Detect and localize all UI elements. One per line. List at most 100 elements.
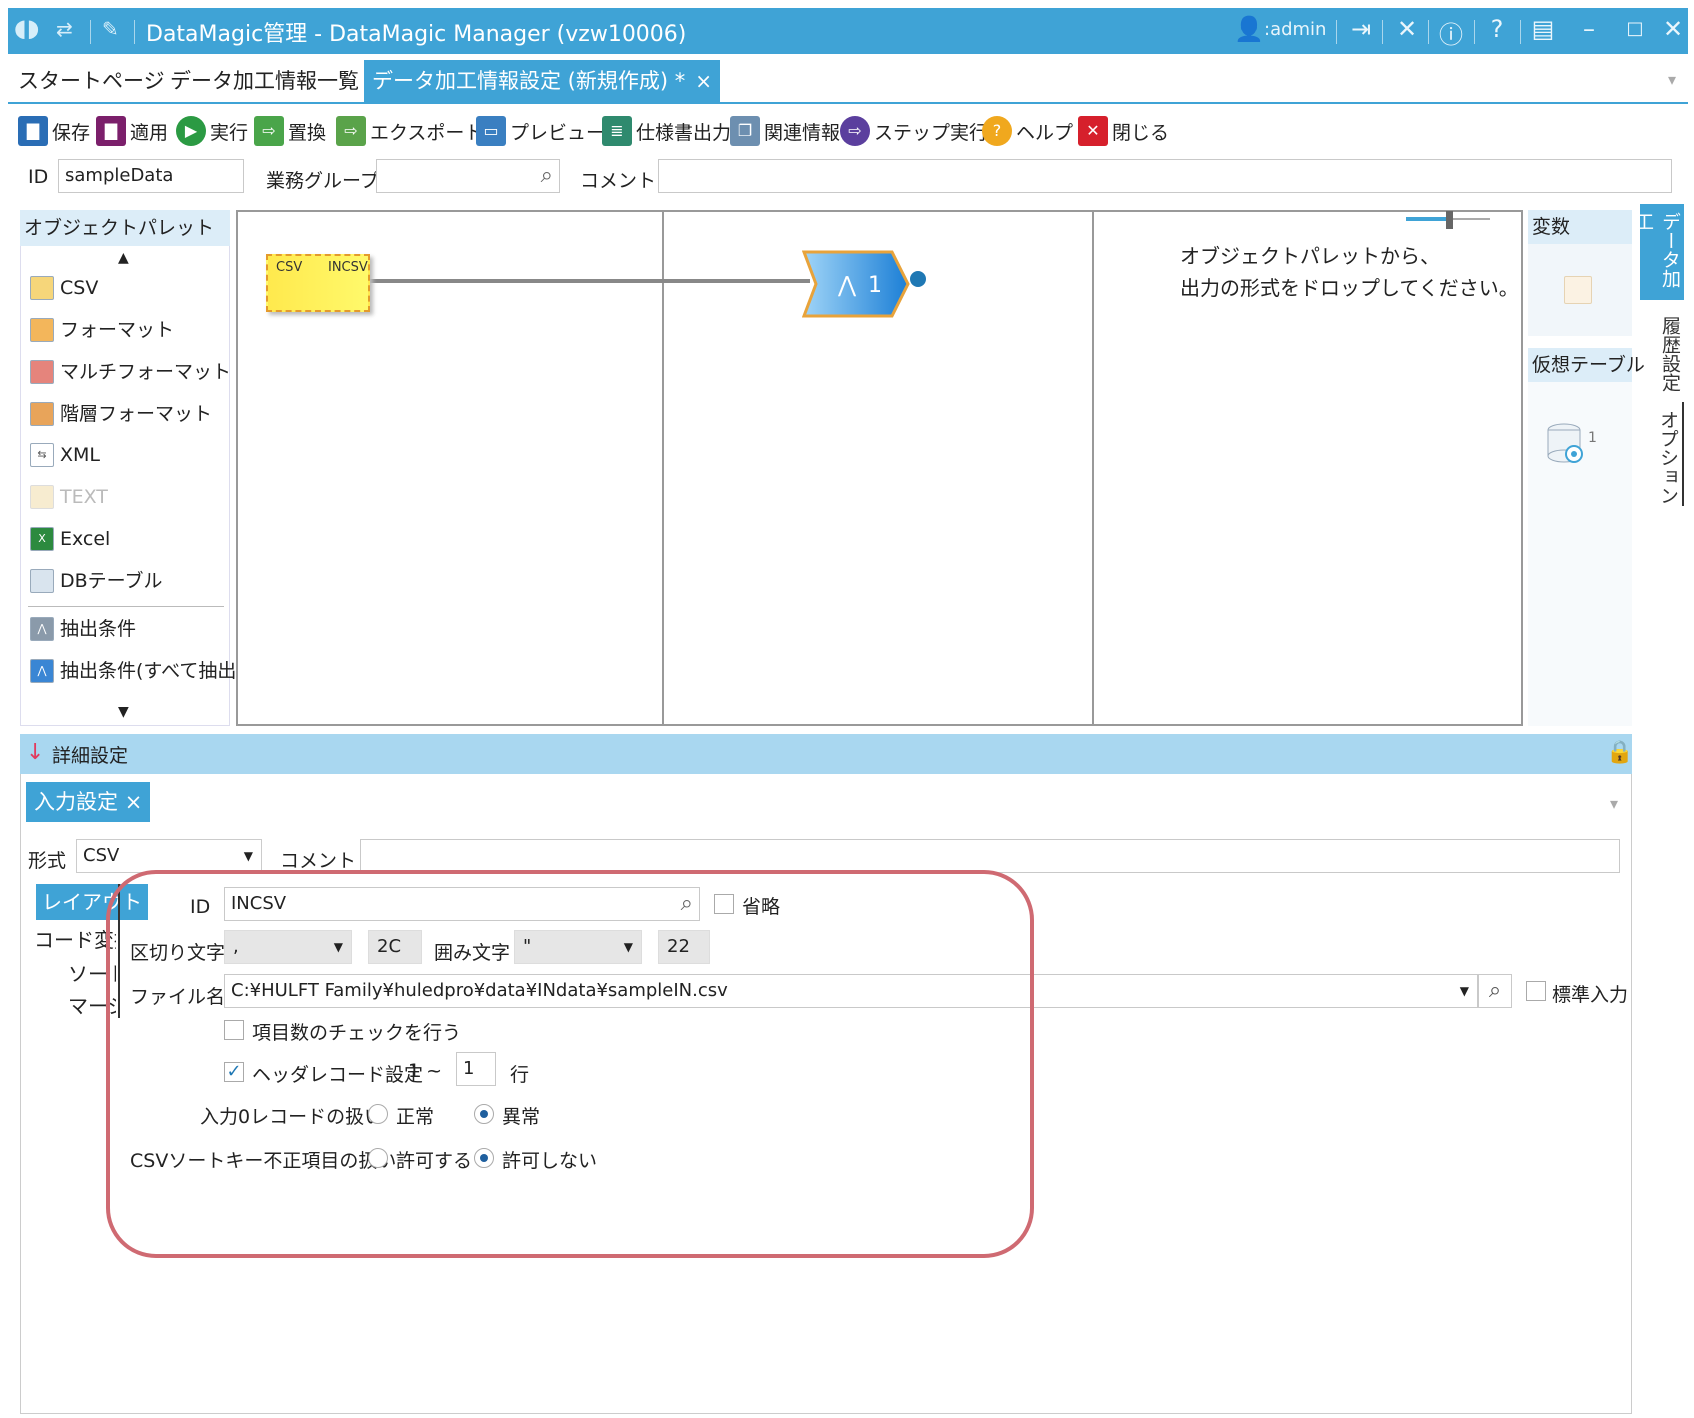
- palette-item-csv[interactable]: CSV: [30, 271, 98, 305]
- virtual-table-title: 仮想テーブル: [1528, 348, 1645, 382]
- export-button[interactable]: ⇨ エクスポート: [336, 114, 483, 148]
- palette-item-label: DBテーブル: [60, 570, 163, 592]
- id-input[interactable]: sampleData: [58, 159, 244, 193]
- palette-item-hierarchy-format[interactable]: 階層フォーマット: [30, 397, 212, 431]
- detail-header[interactable]: [20, 734, 1632, 774]
- group-label: 業務グループ: [266, 170, 379, 192]
- stdin-checkbox[interactable]: [1526, 981, 1546, 1001]
- variable-icon[interactable]: [1564, 276, 1592, 304]
- excel-icon: X: [30, 527, 54, 551]
- preview-button[interactable]: ▭ プレビュー: [476, 114, 605, 148]
- drop-message-line: 出力の形式をドロップしてください。: [1180, 276, 1519, 300]
- tab-close-icon[interactable]: ×: [695, 69, 712, 93]
- tab-start-page[interactable]: スタートページ: [10, 60, 173, 102]
- lock-icon[interactable]: 🔒: [1606, 740, 1633, 765]
- detail-comment-label: コメント: [280, 850, 357, 872]
- vtab-data-processing[interactable]: データ加工: [1632, 204, 1684, 300]
- apply-label: 適用: [130, 121, 169, 144]
- tab-data-settings[interactable]: データ加工情報設定 (新規作成) * ×: [364, 60, 721, 102]
- palette-item-label: 抽出条件(すべて抽出): [60, 660, 244, 682]
- spec-output-icon: ≣: [602, 116, 632, 146]
- funnel-icon: ⋀: [837, 273, 857, 298]
- hierarchy-format-icon: [30, 402, 54, 426]
- extract-icon: ⋀: [30, 617, 54, 641]
- tab-overflow-icon[interactable]: ▾: [1668, 70, 1676, 89]
- search-icon[interactable]: ⌕: [541, 160, 553, 192]
- highlight-annotation: [106, 870, 1034, 1258]
- extract-condition-node[interactable]: ⋀ 1: [802, 250, 912, 320]
- tab-label: データ加工情報一覧: [170, 69, 359, 93]
- maximize-icon[interactable]: □: [1620, 18, 1650, 39]
- group-input[interactable]: ⌕: [376, 159, 560, 193]
- run-label: 実行: [210, 121, 249, 144]
- palette-item-text: TEXT: [30, 480, 108, 514]
- related-info-button[interactable]: ❐ 関連情報: [730, 114, 840, 148]
- comment-input[interactable]: [658, 159, 1672, 193]
- apply-button[interactable]: ▇ 適用: [96, 114, 168, 148]
- save-label: 保存: [52, 121, 91, 144]
- filename-search-button[interactable]: ⌕: [1478, 974, 1512, 1008]
- palette-item-label: マルチフォーマット: [60, 361, 232, 383]
- detail-comment-input[interactable]: [360, 839, 1620, 873]
- multiformat-icon: [30, 360, 54, 384]
- save-button[interactable]: ▇ 保存: [18, 114, 90, 148]
- tools-icon[interactable]: ✕: [1392, 15, 1422, 43]
- output-port[interactable]: [910, 271, 926, 287]
- zoom-slider-handle[interactable]: [1446, 211, 1453, 229]
- related-info-icon: ❐: [730, 116, 760, 146]
- clapper-icon[interactable]: ▤: [1528, 15, 1558, 43]
- spec-output-button[interactable]: ≣ 仕様書出力: [602, 114, 731, 148]
- user-name: :admin: [1264, 19, 1327, 40]
- chevron-down-icon[interactable]: ▼: [1460, 975, 1469, 1007]
- sync-icon[interactable]: ⇄: [56, 17, 73, 41]
- vertical-tab-bar: データ加工 履歴設定 オプション: [1632, 204, 1684, 506]
- help-icon: ?: [982, 116, 1012, 146]
- help-icon[interactable]: ?: [1482, 15, 1512, 43]
- format-select[interactable]: CSV ▼: [76, 839, 262, 873]
- close-button[interactable]: ✕ 閉じる: [1078, 114, 1169, 148]
- palette-scroll-up-icon[interactable]: ▲: [118, 250, 129, 266]
- info-icon[interactable]: ⓘ: [1436, 15, 1466, 50]
- palette-item-extract-all[interactable]: ⋀ 抽出条件(すべて抽出): [30, 654, 244, 688]
- side-item-code-conversion[interactable]: コード変換: [34, 924, 116, 953]
- step-run-button[interactable]: ⇨ ステップ実行: [840, 114, 988, 148]
- csv-input-node[interactable]: CSV INCSV: [266, 254, 370, 312]
- palette-item-label: CSV: [60, 277, 99, 299]
- tabs-underline: [8, 102, 1688, 104]
- palette-item-db-table[interactable]: DBテーブル: [30, 564, 163, 598]
- run-button[interactable]: ▶ 実行: [176, 114, 248, 148]
- step-run-icon: ⇨: [840, 116, 870, 146]
- palette-item-format[interactable]: フォーマット: [30, 313, 174, 347]
- palette-scroll-down-icon[interactable]: ▼: [118, 704, 129, 720]
- tab-data-list[interactable]: データ加工情報一覧: [162, 60, 367, 102]
- format-label: 形式: [28, 850, 67, 872]
- chevron-down-icon: ▼: [243, 849, 253, 863]
- palette-item-multiformat[interactable]: マルチフォーマット: [30, 355, 231, 389]
- subtab-close-icon[interactable]: ×: [125, 790, 143, 814]
- palette-item-label: フォーマット: [60, 319, 175, 341]
- tab-input-settings[interactable]: 入力設定 ×: [26, 782, 151, 822]
- minimize-icon[interactable]: –: [1574, 15, 1604, 43]
- palette-item-xml[interactable]: ⇆ XML: [30, 438, 100, 472]
- apply-icon: ▇: [96, 116, 126, 146]
- replace-label: 置換: [288, 121, 327, 144]
- format-value: CSV: [83, 845, 120, 866]
- logout-icon[interactable]: ⇥: [1346, 15, 1376, 43]
- close-window-icon[interactable]: ✕: [1658, 15, 1688, 43]
- subtab-overflow-icon[interactable]: ▾: [1610, 794, 1618, 813]
- drop-message-line: オブジェクトパレットから、: [1180, 244, 1440, 268]
- replace-icon: ⇨: [254, 116, 284, 146]
- connect-icon[interactable]: ✎: [102, 17, 119, 41]
- tab-label: スタートページ: [18, 69, 165, 93]
- palette-item-excel[interactable]: X Excel: [30, 522, 110, 556]
- format-icon: [30, 318, 54, 342]
- vtab-history-settings[interactable]: 履歴設定: [1640, 308, 1684, 398]
- help-label: ヘルプ: [1016, 121, 1074, 144]
- vtab-options[interactable]: オプション: [1640, 402, 1684, 506]
- node-count: 1: [868, 273, 882, 298]
- db-table-icon: [30, 569, 54, 593]
- help-button[interactable]: ? ヘルプ: [982, 114, 1073, 148]
- collapse-arrow-icon[interactable]: ↓: [26, 740, 44, 765]
- replace-button[interactable]: ⇨ 置換: [254, 114, 326, 148]
- palette-item-extract[interactable]: ⋀ 抽出条件: [30, 612, 136, 646]
